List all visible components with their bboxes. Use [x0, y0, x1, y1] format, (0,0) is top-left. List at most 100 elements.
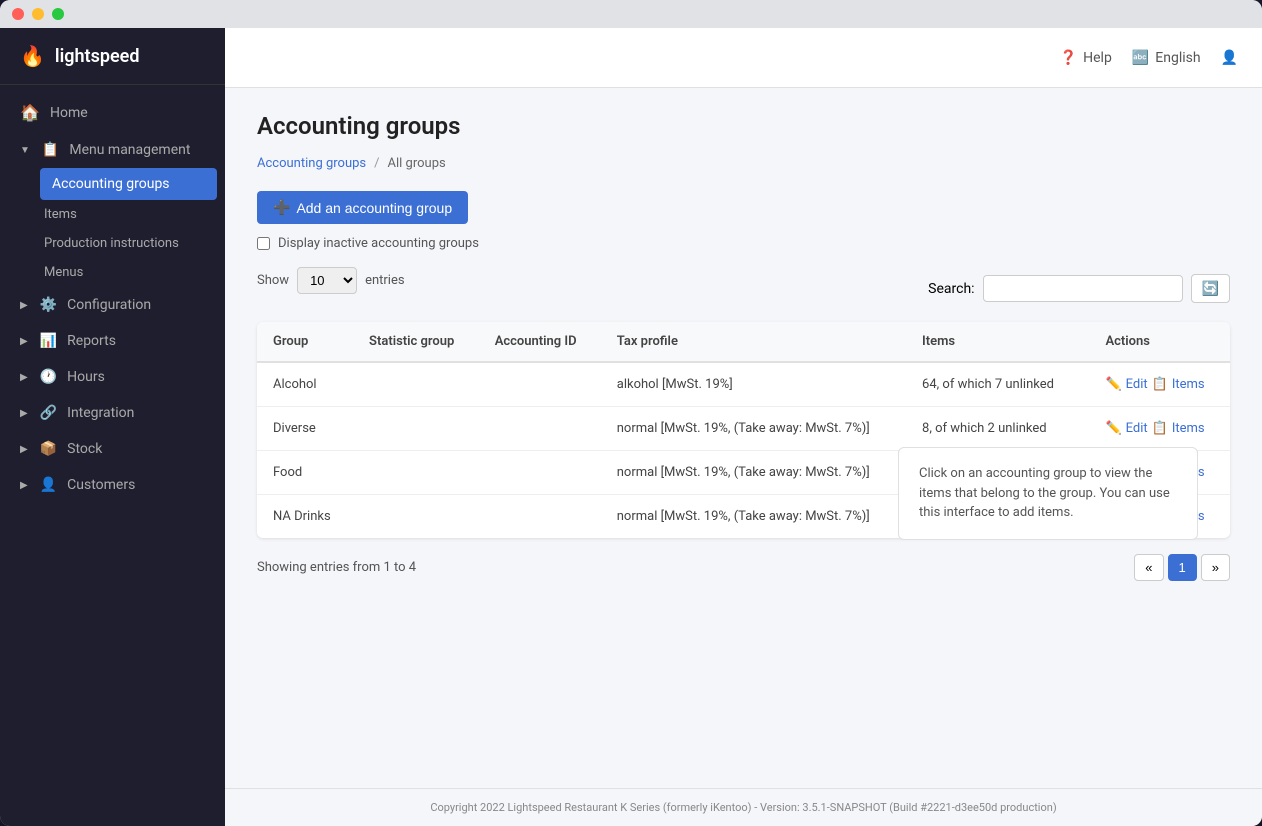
- chevron-right-icon-reports: ▶: [20, 336, 28, 347]
- cell-statistic-nadrinks: [353, 495, 479, 539]
- items-diverse-link[interactable]: Items: [1172, 421, 1205, 436]
- col-statistic-group: Statistic group: [353, 322, 479, 362]
- sidebar-nav: 🏠 Home ▼ 📋 Menu management Accounting gr…: [0, 85, 225, 826]
- sidebar-item-customers-label: Customers: [67, 477, 135, 493]
- sidebar-item-items-label: Items: [44, 207, 77, 222]
- items-alcohol-link[interactable]: Items: [1172, 377, 1205, 392]
- sidebar-item-home-label: Home: [50, 105, 88, 121]
- sidebar-item-menu-management[interactable]: ▼ 📋 Menu management: [0, 132, 225, 168]
- sidebar-item-integration[interactable]: ▶ 🔗 Integration: [0, 395, 225, 431]
- sidebar-item-configuration-label: Configuration: [67, 297, 151, 313]
- user-button[interactable]: 👤: [1221, 50, 1238, 66]
- footer-bar: Showing entries from 1 to 4 « 1 »: [257, 554, 1230, 581]
- col-group: Group: [257, 322, 353, 362]
- cell-tax-diverse: normal [MwSt. 19%, (Take away: MwSt. 7%)…: [601, 407, 906, 451]
- search-area: Search: 🔄: [928, 274, 1230, 303]
- show-select[interactable]: 10 25 50 100: [297, 267, 357, 294]
- cell-items-diverse: 8, of which 2 unlinked: [906, 407, 1089, 451]
- chevron-right-icon-integration: ▶: [20, 408, 28, 419]
- sidebar-item-production-instructions[interactable]: Production instructions: [32, 229, 225, 258]
- cell-actions-diverse: ✏️ Edit 📋 Items: [1089, 407, 1230, 451]
- add-icon: ➕: [273, 199, 290, 216]
- sidebar-item-integration-label: Integration: [67, 405, 134, 421]
- add-accounting-group-button[interactable]: ➕ Add an accounting group: [257, 191, 468, 224]
- table-header-row: Group Statistic group Accounting ID Tax …: [257, 322, 1230, 362]
- sidebar-item-accounting-groups[interactable]: Accounting groups: [40, 168, 217, 200]
- info-box: Click on an accounting group to view the…: [898, 447, 1198, 540]
- pagination-prev[interactable]: «: [1134, 554, 1163, 581]
- sidebar-item-menus-label: Menus: [44, 265, 83, 280]
- pagination-current[interactable]: 1: [1168, 554, 1197, 581]
- minimize-button[interactable]: [32, 8, 44, 20]
- table-header: Group Statistic group Accounting ID Tax …: [257, 322, 1230, 362]
- add-button-label: Add an accounting group: [296, 200, 452, 216]
- sidebar-item-accounting-groups-label: Accounting groups: [52, 176, 170, 192]
- chevron-right-icon-customers: ▶: [20, 480, 28, 491]
- edit-diverse-link[interactable]: Edit: [1126, 421, 1148, 436]
- stock-icon: 📦: [40, 441, 57, 457]
- sidebar-item-hours[interactable]: ▶ 🕐 Hours: [0, 359, 225, 395]
- cell-statistic-alcohol: [353, 362, 479, 407]
- customers-icon: 👤: [40, 477, 57, 493]
- col-accounting-id: Accounting ID: [479, 322, 601, 362]
- cell-accounting-id-nadrinks: [479, 495, 601, 539]
- search-input[interactable]: [983, 275, 1183, 302]
- sidebar-item-home[interactable]: 🏠 Home: [0, 93, 225, 132]
- breadcrumb-parent-link[interactable]: Accounting groups: [257, 156, 366, 171]
- logo: 🔥 lightspeed: [0, 28, 225, 85]
- sidebar: 🔥 lightspeed 🏠 Home ▼ 📋 Menu management: [0, 28, 225, 826]
- cell-accounting-id-diverse: [479, 407, 601, 451]
- content-body: Click on an accounting group to view the…: [257, 267, 1230, 581]
- pagination-next[interactable]: »: [1201, 554, 1230, 581]
- sidebar-item-production-instructions-label: Production instructions: [44, 236, 179, 251]
- cell-group-alcohol: Alcohol: [257, 362, 353, 407]
- sidebar-group-menu-management: ▼ 📋 Menu management Accounting groups It…: [0, 132, 225, 287]
- actions-diverse: ✏️ Edit 📋 Items: [1105, 421, 1214, 436]
- cell-actions-alcohol: ✏️ Edit 📋 Items: [1089, 362, 1230, 407]
- breadcrumb-separator: /: [374, 156, 379, 171]
- chevron-down-icon: ▼: [20, 145, 30, 156]
- display-inactive-checkbox[interactable]: [257, 237, 270, 250]
- items-icon: 📋: [1152, 421, 1168, 436]
- info-box-text: Click on an accounting group to view the…: [919, 466, 1170, 520]
- display-inactive-label: Display inactive accounting groups: [278, 236, 479, 251]
- cell-tax-nadrinks: normal [MwSt. 19%, (Take away: MwSt. 7%)…: [601, 495, 906, 539]
- sidebar-item-stock[interactable]: ▶ 📦 Stock: [0, 431, 225, 467]
- configuration-icon: ⚙️: [40, 297, 57, 313]
- edit-icon: ✏️: [1105, 421, 1121, 436]
- sidebar-item-menus[interactable]: Menus: [32, 258, 225, 287]
- sidebar-item-customers[interactable]: ▶ 👤 Customers: [0, 467, 225, 503]
- chevron-right-icon-stock: ▶: [20, 444, 28, 455]
- table-row: Diverse normal [MwSt. 19%, (Take away: M…: [257, 407, 1230, 451]
- copyright-text: Copyright 2022 Lightspeed Restaurant K S…: [430, 801, 1056, 814]
- show-entries-row: Show 10 25 50 100 entries: [257, 267, 405, 294]
- help-button[interactable]: ❓ Help: [1060, 50, 1112, 66]
- cell-accounting-id-food: [479, 451, 601, 495]
- content-area: Accounting groups Accounting groups / Al…: [225, 88, 1262, 788]
- help-icon: ❓: [1060, 50, 1077, 66]
- sidebar-item-items[interactable]: Items: [32, 200, 225, 229]
- logo-icon: 🔥: [20, 44, 45, 68]
- refresh-button[interactable]: 🔄: [1191, 274, 1230, 303]
- maximize-button[interactable]: [52, 8, 64, 20]
- sidebar-item-reports[interactable]: ▶ 📊 Reports: [0, 323, 225, 359]
- menu-management-icon: 📋: [42, 142, 59, 158]
- language-selector[interactable]: 🔤 English: [1132, 50, 1201, 66]
- cell-group-diverse: Diverse: [257, 407, 353, 451]
- integration-icon: 🔗: [40, 405, 57, 421]
- chevron-right-icon: ▶: [20, 300, 28, 311]
- showing-entries-text: Showing entries from 1 to 4: [257, 560, 416, 575]
- edit-icon: ✏️: [1105, 377, 1121, 392]
- sidebar-item-reports-label: Reports: [67, 333, 116, 349]
- close-button[interactable]: [12, 8, 24, 20]
- cell-group-food: Food: [257, 451, 353, 495]
- sidebar-item-configuration[interactable]: ▶ ⚙️ Configuration: [0, 287, 225, 323]
- col-items: Items: [906, 322, 1089, 362]
- cell-statistic-food: [353, 451, 479, 495]
- sidebar-item-stock-label: Stock: [67, 441, 102, 457]
- edit-alcohol-link[interactable]: Edit: [1126, 377, 1148, 392]
- sidebar-submenu-menu-management: Accounting groups Items Production instr…: [32, 168, 225, 287]
- cell-items-alcohol: 64, of which 7 unlinked: [906, 362, 1089, 407]
- toolbar: ➕ Add an accounting group: [257, 191, 1230, 224]
- app-window: 🔥 lightspeed 🏠 Home ▼ 📋 Menu management: [0, 0, 1262, 826]
